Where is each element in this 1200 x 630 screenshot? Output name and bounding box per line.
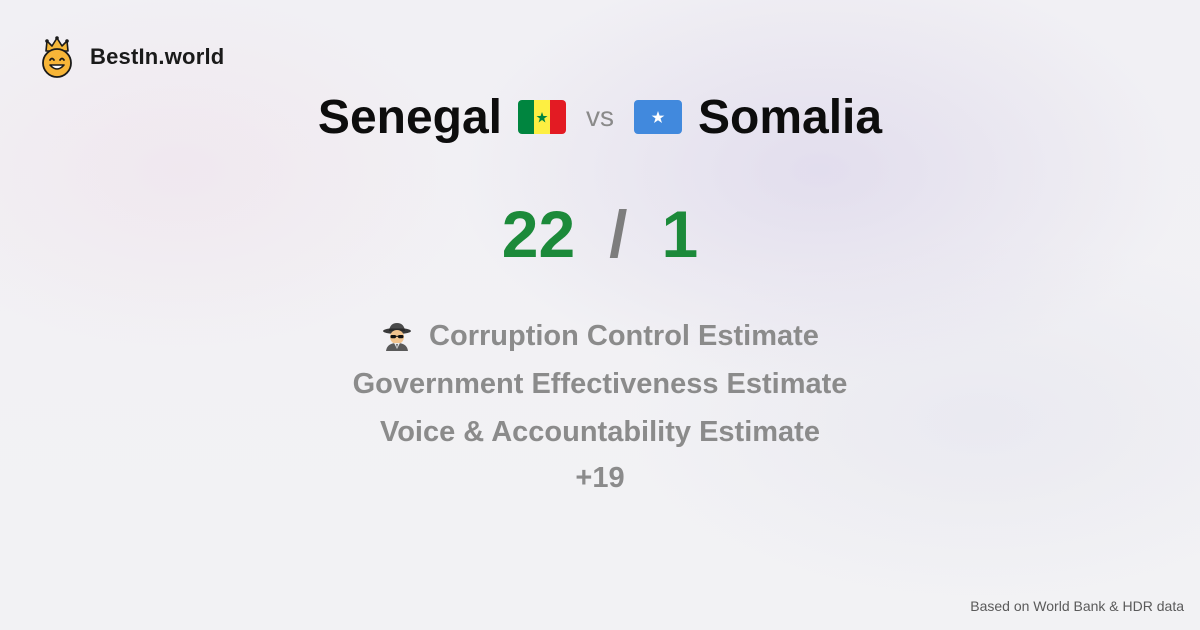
metric-item: Voice & Accountability Estimate	[380, 408, 820, 456]
metric-label: Voice & Accountability Estimate	[380, 416, 820, 448]
spy-icon	[383, 323, 412, 351]
more-metrics-count[interactable]: +19	[575, 456, 624, 500]
comparison-title: Senegal vs Somalia	[0, 86, 1200, 148]
metrics-list: Corruption Control Estimate Government E…	[0, 312, 1200, 500]
data-source-note: Based on World Bank & HDR data	[970, 598, 1184, 614]
vs-label: vs	[586, 101, 614, 132]
brand-name[interactable]: BestIn.world	[90, 44, 224, 70]
metric-label: Corruption Control Estimate	[429, 320, 819, 352]
right-score: 1	[661, 197, 699, 271]
brand[interactable]: BestIn.world	[38, 35, 224, 79]
senegal-flag-icon	[518, 100, 566, 134]
somalia-flag-icon	[634, 100, 682, 134]
left-score: 22	[501, 197, 576, 271]
score-summary: 22 / 1	[0, 196, 1200, 272]
score-separator: /	[609, 197, 628, 271]
crowned-smiley-icon	[42, 36, 72, 78]
metric-label: Government Effectiveness Estimate	[352, 368, 848, 400]
metric-item: Government Effectiveness Estimate	[353, 360, 848, 408]
left-country-name: Senegal	[317, 90, 502, 144]
metric-item: Corruption Control Estimate	[381, 312, 819, 360]
right-country-name: Somalia	[698, 90, 883, 144]
